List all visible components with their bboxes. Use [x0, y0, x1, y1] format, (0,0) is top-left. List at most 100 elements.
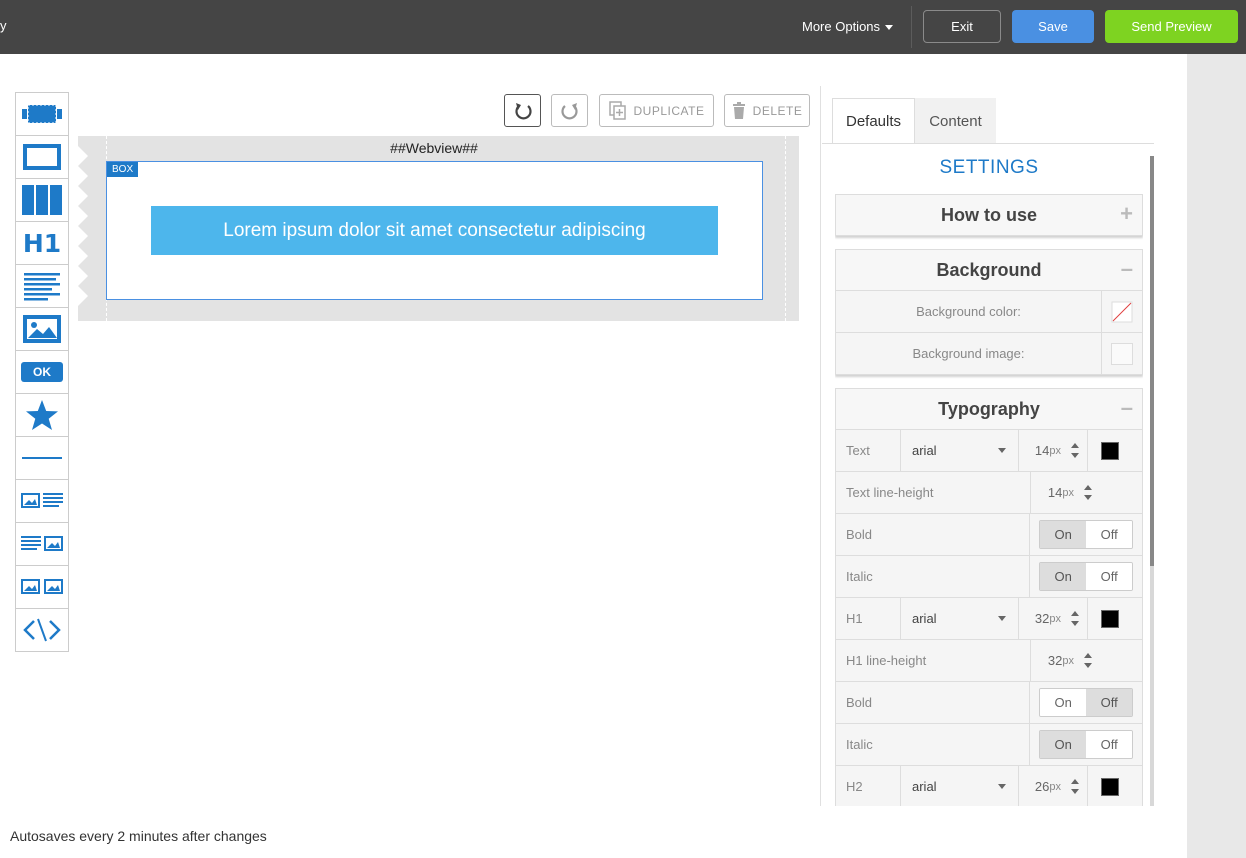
color-swatch [1101, 777, 1119, 796]
h1-size-stepper[interactable]: 32 px [1018, 598, 1088, 639]
text-image-block[interactable] [15, 523, 69, 566]
social-block[interactable] [15, 394, 69, 437]
text-font-select[interactable]: arial [900, 430, 1018, 471]
text-line-height-stepper[interactable]: 14 px [1030, 472, 1100, 513]
code-block-icon [23, 618, 61, 642]
background-image-picker[interactable] [1101, 333, 1142, 374]
image-image-block[interactable] [15, 566, 69, 609]
h1-color-picker[interactable] [1088, 598, 1132, 639]
text-line-height-label: Text line-height [846, 485, 934, 500]
settings-title: SETTINGS [939, 157, 1039, 178]
button-block[interactable]: OK [15, 351, 69, 394]
undo-icon [514, 102, 532, 119]
block-palette: H1 OK [15, 92, 69, 652]
text-color-picker[interactable] [1088, 430, 1132, 471]
collapse-minus-icon[interactable]: – [1121, 258, 1133, 280]
collapse-minus-icon[interactable]: – [1121, 397, 1133, 419]
box-block-selected[interactable]: BOX Lorem ipsum dolor sit amet consectet… [106, 161, 763, 300]
tab-underline [822, 143, 1154, 144]
columns-block[interactable] [15, 179, 69, 222]
how-to-use-section: How to use + [835, 194, 1143, 236]
text-image-block-icon [21, 536, 63, 551]
caret-down-icon [885, 25, 894, 31]
expand-plus-icon[interactable]: + [1120, 203, 1133, 225]
image-block[interactable] [15, 308, 69, 351]
typography-header[interactable]: Typography – [836, 389, 1142, 429]
toggle-on-option[interactable]: On [1040, 521, 1087, 548]
h1-font-select[interactable]: arial [900, 598, 1018, 639]
stepper-up-icon[interactable] [1084, 485, 1092, 490]
background-color-row: Background color: [836, 290, 1142, 332]
toggle-on-option[interactable]: On [1040, 689, 1087, 716]
box-block[interactable] [15, 136, 69, 179]
no-color-swatch-icon [1111, 301, 1133, 322]
toggle-off-option[interactable]: Off [1086, 731, 1133, 758]
typography-section: Typography – Text arial 14 px Text line-h… [835, 388, 1143, 806]
top-bar: y More Options Exit Save Send Preview [0, 0, 1246, 54]
box-badge: BOX [107, 162, 139, 177]
stepper-up-icon[interactable] [1071, 779, 1079, 784]
stepper-up-icon[interactable] [1071, 443, 1079, 448]
how-to-use-header[interactable]: How to use + [836, 195, 1142, 235]
toggle-off-option[interactable]: Off [1086, 689, 1133, 716]
section-block[interactable] [15, 92, 69, 136]
divider-block-icon [22, 457, 62, 459]
dropdown-caret-icon [998, 448, 1006, 453]
app-title-fragment: y [0, 18, 7, 33]
stepper-down-icon[interactable] [1084, 495, 1092, 500]
star-icon [26, 400, 58, 430]
duplicate-button[interactable]: DUPLICATE [599, 94, 714, 127]
toggle-off-option[interactable]: Off [1086, 521, 1133, 548]
stepper-down-icon[interactable] [1071, 789, 1079, 794]
h2-size-stepper[interactable]: 26 px [1018, 766, 1088, 806]
h1-size-unit: px [1049, 612, 1061, 625]
more-options-menu[interactable]: More Options [802, 19, 894, 34]
h1-label: H1 [846, 611, 863, 626]
background-header[interactable]: Background – [836, 250, 1142, 290]
code-block[interactable] [15, 609, 69, 652]
background-color-picker[interactable] [1101, 291, 1142, 332]
content-button[interactable]: Lorem ipsum dolor sit amet consectetur a… [151, 206, 718, 255]
columns-block-icon [22, 185, 62, 215]
stepper-down-icon[interactable] [1071, 621, 1079, 626]
text-size-value: 14 [1034, 443, 1050, 458]
text-italic-row: Italic On Off [836, 555, 1142, 597]
ok-label: OK [33, 365, 51, 379]
h2-label: H2 [846, 779, 863, 794]
divider-block[interactable] [15, 437, 69, 480]
dropdown-caret-icon [998, 784, 1006, 789]
stepper-up-icon[interactable] [1071, 611, 1079, 616]
redo-button[interactable] [551, 94, 588, 127]
stepper-up-icon[interactable] [1084, 653, 1092, 658]
text-block[interactable] [15, 265, 69, 308]
h1-bold-toggle: On Off [1029, 682, 1142, 723]
tab-defaults[interactable]: Defaults [832, 98, 915, 144]
h1-line-height-stepper[interactable]: 32 px [1030, 640, 1100, 681]
canvas-edge-decoration [78, 136, 106, 321]
stepper-down-icon[interactable] [1084, 663, 1092, 668]
stepper-down-icon[interactable] [1071, 453, 1079, 458]
toggle-on-option[interactable]: On [1040, 731, 1087, 758]
panel-scrollbar-thumb[interactable] [1150, 156, 1154, 566]
background-image-label: Background image: [912, 346, 1025, 361]
box-block-icon [23, 144, 61, 170]
text-italic-label: Italic [846, 569, 873, 584]
toggle-off-option[interactable]: Off [1086, 563, 1133, 590]
tab-content[interactable]: Content [915, 98, 996, 144]
save-button[interactable]: Save [1012, 10, 1094, 43]
color-swatch [1101, 609, 1119, 628]
h2-font-select[interactable]: arial [900, 766, 1018, 806]
h2-color-picker[interactable] [1088, 766, 1132, 806]
toggle-on-option[interactable]: On [1040, 563, 1087, 590]
h1-block[interactable]: H1 [15, 222, 69, 265]
delete-button[interactable]: DELETE [724, 94, 810, 127]
undo-button[interactable] [504, 94, 541, 127]
image-text-block[interactable] [15, 480, 69, 523]
exit-button[interactable]: Exit [923, 10, 1001, 43]
h1-font-value: arial [912, 611, 937, 626]
send-preview-button[interactable]: Send Preview [1105, 10, 1238, 43]
h2-font-value: arial [912, 779, 937, 794]
text-line-height-value: 14 [1047, 485, 1063, 500]
panel-divider [820, 86, 821, 806]
text-size-stepper[interactable]: 14 px [1018, 430, 1088, 471]
